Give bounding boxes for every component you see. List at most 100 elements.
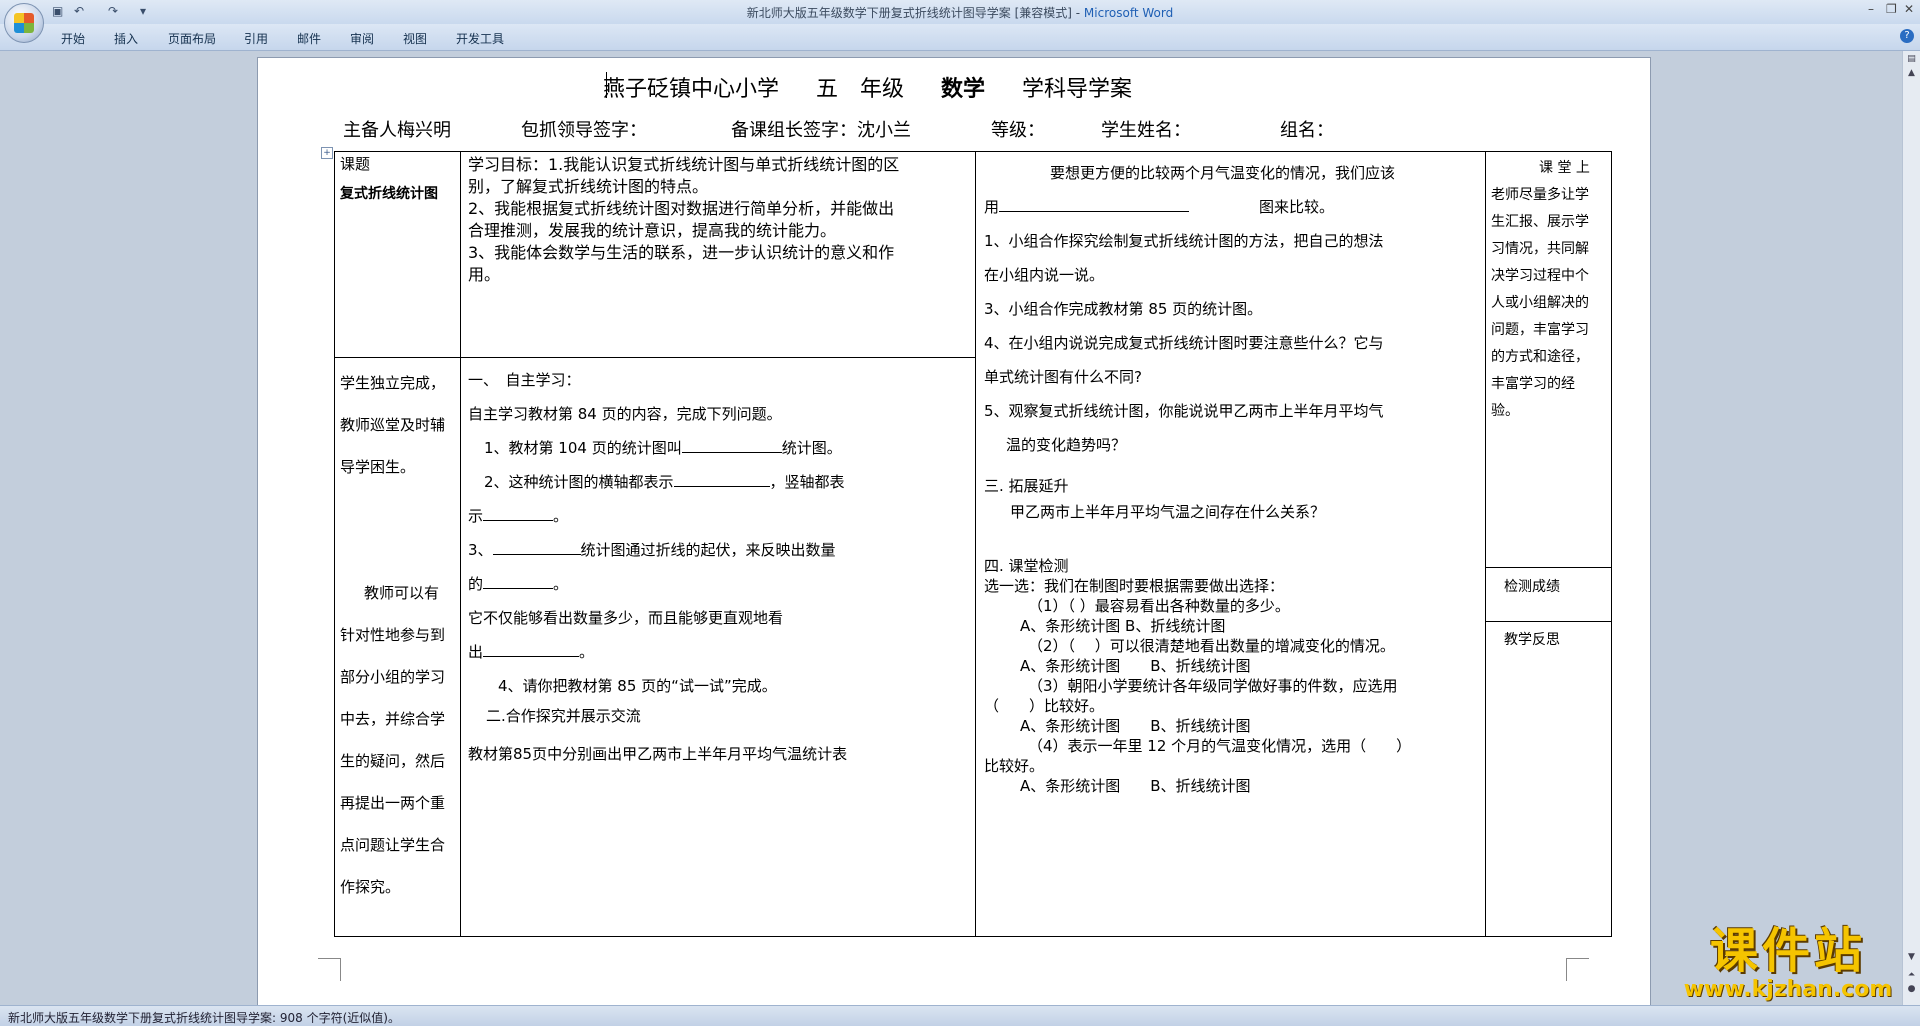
office-logo-icon: [14, 13, 34, 33]
test-line: （3）朝阳小学要统计各年级同学做好事的件数，应选用: [1028, 677, 1398, 695]
site-watermark: 课件站 www.kjzhan.com: [1668, 924, 1908, 1004]
content-line: 甲乙两市上半年月平均气温之间存在什么关系？: [1010, 503, 1326, 521]
answer-blank[interactable]: [999, 197, 1190, 212]
note-line: 课 堂 上: [1539, 160, 1590, 176]
tab-references[interactable]: 引用: [244, 30, 268, 47]
doc-type-label: 学科导学案: [1022, 77, 1133, 102]
tab-developer[interactable]: 开发工具: [456, 30, 504, 47]
content-line: 单式统计图有什么不同?: [984, 368, 1142, 386]
note-line: 生汇报、展示学: [1491, 214, 1589, 230]
close-icon[interactable]: ✕: [1904, 2, 1914, 16]
objective-line: 学习目标：1.我能认识复式折线统计图与单式折线统计图的区: [468, 155, 900, 174]
guide-line: 点问题让学生合: [340, 836, 446, 854]
guide-line: 再提出一两个重: [340, 794, 446, 812]
test-line: A、条形统计图 B、折线统计图: [1020, 657, 1251, 675]
answer-blank[interactable]: [492, 540, 581, 555]
test-line: （1）（ ）最容易看出各种数量的多少。: [1028, 597, 1290, 615]
watermark-url: www.kjzhan.com: [1683, 977, 1893, 1002]
objectives-cell: 学习目标：1.我能认识复式折线统计图与单式折线统计图的区 别，了解复式折线统计图…: [468, 154, 968, 286]
student-name-field: 学生姓名：: [1101, 120, 1191, 141]
answer-blank[interactable]: [673, 472, 770, 487]
question-text: 统计图。: [781, 439, 842, 457]
objective-line: 2、我能根据复式折线统计图对数据进行简单分析，并能做出: [468, 199, 895, 218]
answer-blank[interactable]: [483, 642, 580, 657]
test-line: A、条形统计图 B、折线统计图: [1020, 717, 1251, 735]
content-line: 温的变化趋势吗？: [1006, 436, 1127, 454]
tab-view[interactable]: 视图: [403, 30, 427, 47]
test-line: （2）（ ）可以很清楚地看出数量的增减变化的情况。: [1028, 637, 1395, 655]
note-line: 人或小组解决的: [1491, 295, 1589, 311]
ribbon-tabs: 开始 插入 页面布局 引用 邮件 审阅 视图 开发工具 ?: [0, 24, 1920, 51]
extension-cell: 三. 拓展延升 甲乙两市上半年月平均气温之间存在什么关系？: [984, 473, 1480, 525]
question-text: 1、教材第 104 页的统计图叫: [484, 439, 682, 457]
tab-review[interactable]: 审阅: [350, 30, 374, 47]
guide-line: 针对性地参与到: [340, 626, 446, 644]
content-line: 4、在小组内说说完成复式折线统计图时要注意些什么？它与: [984, 334, 1384, 352]
lesson-table: 课题 复式折线统计图 学生独立完成， 教师巡堂及时辅 导学困生。 教师可以有 针…: [334, 151, 1612, 937]
office-button[interactable]: [4, 3, 44, 43]
guide-line: 教师可以有: [364, 584, 440, 602]
note-line: 习情况，共同解: [1491, 241, 1589, 257]
test-line: （ ）比较好。: [984, 697, 1105, 715]
teacher-guide-cell: 学生独立完成， 教师巡堂及时辅 导学困生。 教师可以有 针对性地参与到 部分小组…: [340, 362, 458, 908]
group-name-field: 组名：: [1280, 120, 1334, 141]
topic-label: 课题: [340, 155, 371, 173]
scroll-up-icon[interactable]: ▲: [1905, 67, 1918, 80]
question-text: 统计图通过折线的起伏，来反映出数量: [580, 541, 836, 559]
help-icon[interactable]: ?: [1900, 29, 1914, 43]
note-line: 决学习过程中个: [1491, 268, 1589, 284]
content-line: 用: [984, 198, 1000, 216]
content-line: 在小组内说一说。: [984, 266, 1105, 284]
title-bar: ▣ ↶ ↷ ▾ 新北师大版五年级数学下册复式折线统计图导学案 [兼容模式] - …: [0, 0, 1920, 43]
reflection-label: 教学反思: [1504, 632, 1560, 648]
section-heading: 一、 自主学习：: [468, 371, 581, 389]
tab-insert[interactable]: 插入: [114, 30, 138, 47]
topic-cell: 课题 复式折线统计图: [340, 153, 456, 205]
word-count-status[interactable]: 新北师大版五年级数学下册复式折线统计图导学案: 908 个字符(近似值)。: [8, 1009, 400, 1026]
minimize-icon[interactable]: –: [1868, 2, 1874, 16]
tab-page-layout[interactable]: 页面布局: [168, 30, 216, 47]
school-name: 燕子砭镇中心小学: [603, 77, 780, 102]
section-heading: 二.合作探究并展示交流: [486, 707, 641, 725]
guide-line: 学生独立完成，: [340, 374, 446, 392]
watermark-logo: 课件站: [1709, 923, 1866, 979]
topic-title: 复式折线统计图: [340, 186, 438, 202]
guide-line: 导学困生。: [340, 458, 416, 476]
guide-line: 生的疑问，然后: [340, 752, 446, 770]
answer-blank[interactable]: [681, 438, 782, 453]
ruler-toggle-icon[interactable]: ▤: [1905, 53, 1918, 66]
answer-blank[interactable]: [483, 574, 554, 589]
guide-line: 作探究。: [340, 878, 401, 896]
question-text: 它不仅能够看出数量多少，而且能够更直观地看: [468, 609, 784, 627]
question-text: 。: [579, 643, 595, 661]
leader-sign-field: 包抓领导签字：: [521, 120, 647, 141]
note-line: 问题，丰富学习: [1491, 322, 1589, 338]
test-line: 比较好。: [984, 757, 1045, 775]
section-heading: 三. 拓展延升: [984, 477, 1069, 495]
question-text: 4、请你把教材第 85 页的“试一试”完成。: [498, 677, 777, 695]
test-line: A、条形统计图 B、折线统计图: [1020, 617, 1226, 635]
test-line: A、条形统计图 B、折线统计图: [1020, 777, 1251, 795]
content-line: 要想更方便的比较两个月气温变化的情况，我们应该: [1050, 164, 1396, 182]
section-heading: 四. 课堂检测: [984, 557, 1069, 575]
study-line: 自主学习教材第 84 页的内容，完成下列问题。: [468, 405, 782, 423]
objective-line: 别，了解复式折线统计图的特点。: [468, 177, 709, 196]
restore-icon[interactable]: ❐: [1886, 2, 1897, 16]
table-move-handle-icon[interactable]: +: [321, 147, 333, 159]
content-line: 图来比较。: [1259, 198, 1335, 216]
subject-label: 数学: [941, 77, 986, 102]
cooperation-cell: 要想更方便的比较两个月气温变化的情况，我们应该 用 图来比较。 1、小组合作探究绘…: [984, 156, 1480, 462]
guide-line: 教师巡堂及时辅: [340, 416, 446, 434]
tab-home[interactable]: 开始: [61, 30, 85, 47]
test-line: 选一选：我们在制图时要根据需要做出选择：: [984, 577, 1285, 595]
note-line: 丰富学习的经: [1491, 376, 1575, 392]
test-score-label: 检测成绩: [1504, 579, 1560, 595]
document-page[interactable]: 燕子砭镇中心小学 五 年级 数学 学科导学案 主备人梅兴明 包抓领导签字： 备课…: [258, 58, 1650, 1018]
tab-mailings[interactable]: 邮件: [297, 30, 321, 47]
content-line: 3、小组合作完成教材第 85 页的统计图。: [984, 300, 1263, 318]
answer-blank[interactable]: [483, 506, 554, 521]
self-study-cell: 一、 自主学习： 自主学习教材第 84 页的内容，完成下列问题。 1、教材第 1…: [468, 363, 968, 771]
question-text: 。: [553, 507, 569, 525]
vertical-scrollbar[interactable]: ▤ ▲ ▼ ⏶ ●: [1902, 51, 1920, 1005]
question-text: 的: [468, 575, 484, 593]
